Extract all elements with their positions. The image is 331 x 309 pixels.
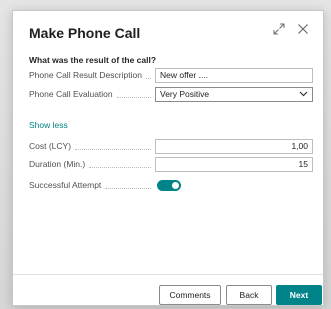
label-leader-dots [145, 77, 151, 79]
evaluation-label: Phone Call Evaluation [29, 89, 155, 99]
duration-label-text: Duration (Min.) [29, 159, 86, 169]
dialog-header-actions [273, 23, 309, 35]
evaluation-label-text: Phone Call Evaluation [29, 89, 113, 99]
comments-button[interactable]: Comments [159, 285, 221, 305]
make-phone-call-dialog: Make Phone Call What was the result of t… [12, 10, 324, 306]
result-description-value: New offer .... [160, 70, 209, 80]
duration-row: Duration (Min.) 15 [29, 156, 313, 172]
successful-attempt-label-text: Successful Attempt [29, 180, 102, 190]
cost-input[interactable]: 1,00 [155, 138, 313, 154]
chevron-down-icon [299, 91, 308, 97]
successful-attempt-toggle[interactable] [157, 179, 181, 191]
evaluation-row: Phone Call Evaluation Very Positive [29, 86, 313, 102]
question-heading: What was the result of the call? [29, 55, 157, 65]
duration-input[interactable]: 15 [155, 156, 313, 172]
label-leader-dots [89, 166, 151, 168]
successful-attempt-label: Successful Attempt [29, 180, 155, 190]
result-description-label: Phone Call Result Description [29, 70, 155, 80]
expand-icon[interactable] [273, 23, 285, 35]
evaluation-select[interactable]: Very Positive [155, 86, 313, 102]
close-icon[interactable] [297, 23, 309, 35]
duration-value: 15 [298, 159, 308, 169]
cost-label-text: Cost (LCY) [29, 141, 72, 151]
cost-row: Cost (LCY) 1,00 [29, 138, 313, 154]
label-leader-dots [75, 148, 151, 150]
label-leader-dots [105, 187, 151, 189]
dialog-title: Make Phone Call [29, 25, 141, 41]
result-description-input[interactable]: New offer .... [155, 67, 313, 83]
label-leader-dots [116, 96, 151, 98]
toggle-knob [172, 181, 179, 189]
evaluation-value: Very Positive [160, 89, 210, 99]
result-description-row: Phone Call Result Description New offer … [29, 67, 313, 83]
footer-divider [13, 274, 323, 275]
cost-value: 1,00 [291, 141, 308, 151]
successful-attempt-row: Successful Attempt [29, 177, 313, 193]
back-button[interactable]: Back [226, 285, 272, 305]
result-description-label-text: Phone Call Result Description [29, 70, 142, 80]
duration-label: Duration (Min.) [29, 159, 155, 169]
next-button[interactable]: Next [276, 285, 322, 305]
cost-label: Cost (LCY) [29, 141, 155, 151]
show-less-link[interactable]: Show less [29, 120, 68, 130]
